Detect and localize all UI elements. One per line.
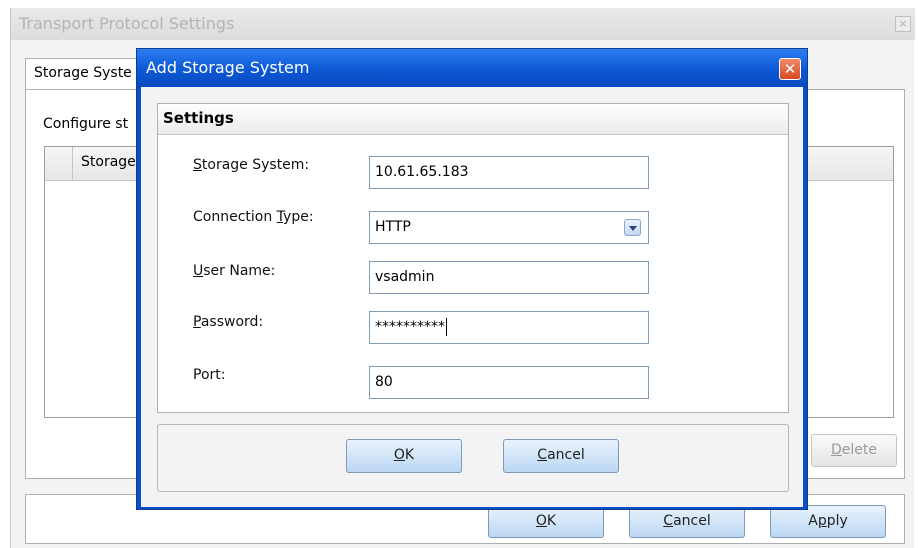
user-name-input[interactable]: vsadmin	[369, 261, 649, 294]
delete-button[interactable]: Delete	[811, 434, 897, 467]
settings-title: Settings	[163, 109, 234, 127]
storage-system-label: Storage System:	[193, 157, 309, 173]
configure-text: Configure st	[43, 116, 129, 132]
storage-system-label-key: S	[193, 157, 202, 173]
ok-button-key: O	[393, 447, 405, 463]
delete-button-key: D	[831, 442, 842, 458]
connection-type-label: Connection Type:	[193, 209, 314, 225]
port-label: Port:	[193, 367, 225, 383]
user-name-label-post: ser Name:	[203, 263, 276, 279]
outer-close-icon[interactable]: ×	[895, 16, 911, 32]
dialog-title-bar[interactable]: Add Storage System ✕	[137, 49, 807, 87]
storage-system-label-post: torage System:	[201, 157, 310, 173]
password-label: Password:	[193, 314, 263, 330]
outer-apply-rest: ply	[826, 513, 848, 529]
chevron-down-icon[interactable]	[624, 219, 641, 236]
close-icon[interactable]: ✕	[779, 58, 801, 80]
cancel-button[interactable]: Cancel	[503, 439, 619, 473]
ok-button[interactable]: OK	[346, 439, 462, 473]
settings-group: Settings Storage System: 10.61.65.183 Co…	[157, 103, 789, 413]
user-name-label: User Name:	[193, 263, 275, 279]
tab-storage-systems[interactable]: Storage Syste	[25, 58, 145, 90]
dialog-title: Add Storage System	[146, 58, 310, 77]
storage-system-input[interactable]: 10.61.65.183	[369, 156, 649, 189]
user-name-label-key: U	[193, 263, 204, 279]
password-input[interactable]: **********	[369, 311, 649, 344]
connection-type-label-post: ype:	[283, 209, 314, 225]
outer-ok-rest: K	[546, 513, 557, 529]
dialog-body: Settings Storage System: 10.61.65.183 Co…	[141, 87, 803, 507]
select-column-header[interactable]	[45, 147, 73, 180]
cancel-button-rest: ancel	[547, 447, 585, 463]
dialog-button-bar: OK Cancel	[157, 424, 789, 492]
column-header-storage[interactable]: Storage	[81, 154, 136, 170]
text-caret	[446, 318, 447, 336]
settings-header: Settings	[158, 104, 788, 135]
outer-window-title: Transport Protocol Settings	[19, 14, 235, 33]
cancel-button-key: C	[537, 447, 548, 463]
password-value: **********	[375, 319, 445, 335]
tab-storage-systems-label: Storage Syste	[34, 65, 132, 81]
outer-title-bar: Transport Protocol Settings ×	[11, 8, 915, 40]
outer-ok-key: O	[535, 513, 547, 529]
outer-cancel-key: C	[663, 513, 674, 529]
port-label-pre: Port:	[193, 367, 226, 383]
password-label-key: P	[193, 314, 201, 330]
delete-button-label: elete	[841, 442, 877, 458]
outer-cancel-rest: ancel	[673, 513, 711, 529]
connection-type-label-pre: Connection	[193, 209, 277, 225]
outer-apply-pre: A	[808, 513, 818, 529]
add-storage-system-dialog: Add Storage System ✕ Settings Storage Sy…	[136, 48, 808, 510]
outer-apply-key: p	[817, 513, 827, 529]
port-input[interactable]: 80	[369, 366, 649, 399]
ok-button-rest: K	[404, 447, 415, 463]
password-label-post: assword:	[200, 314, 264, 330]
connection-type-value: HTTP	[375, 219, 411, 235]
connection-type-select[interactable]: HTTP	[369, 211, 649, 244]
